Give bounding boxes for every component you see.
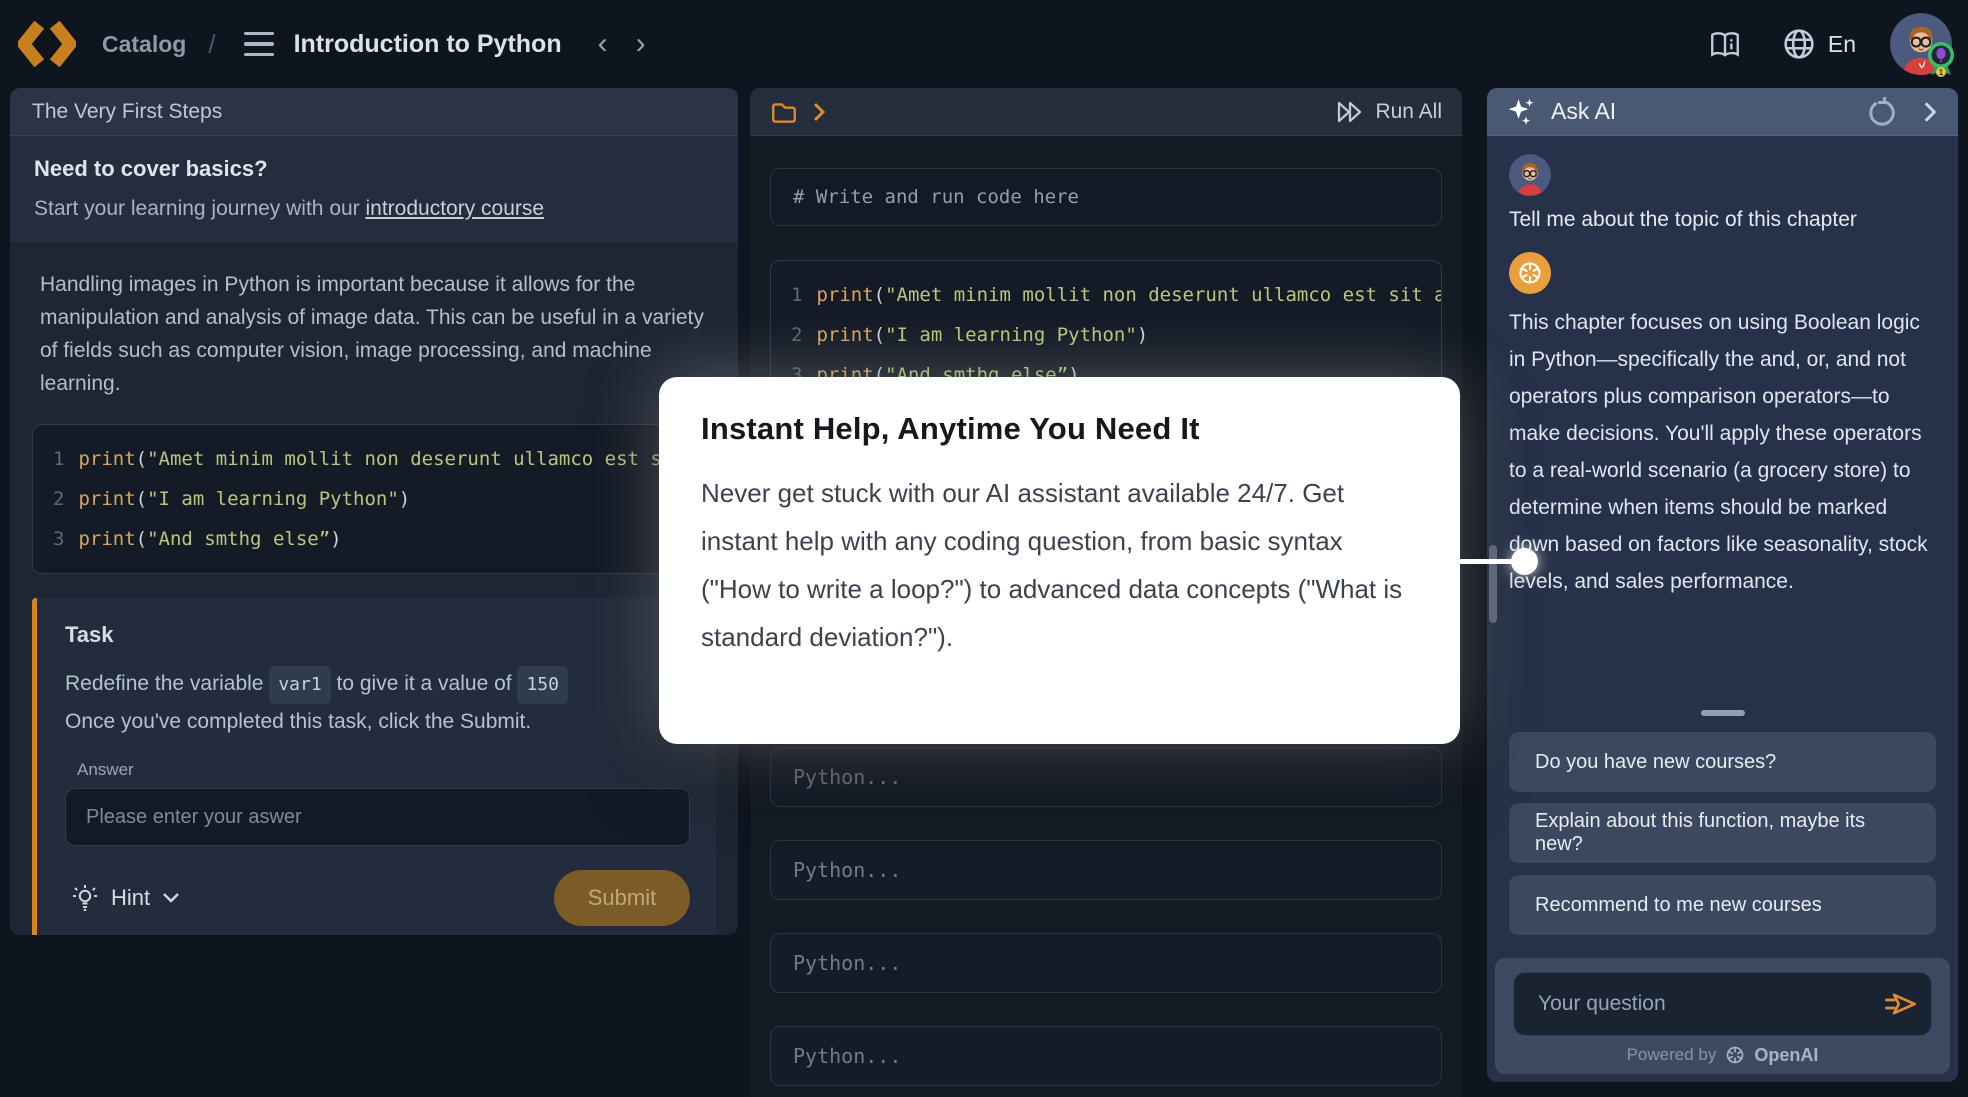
app-logo-icon[interactable] xyxy=(18,18,76,70)
breadcrumb-catalog-link[interactable]: Catalog xyxy=(102,31,186,58)
python-cell-stack: Python... Python... Python... Python... xyxy=(770,747,1442,1086)
code-line: 3print("And smthg else”) xyxy=(53,519,695,559)
task-title: Task xyxy=(65,622,690,648)
user-chat-avatar xyxy=(1509,154,1551,196)
breadcrumb-separator: / xyxy=(208,29,215,60)
run-all-icon xyxy=(1335,99,1365,125)
refresh-icon[interactable] xyxy=(1866,97,1896,127)
suggestions-drag-handle[interactable] xyxy=(1701,710,1745,716)
openai-logo-icon xyxy=(1516,259,1544,287)
folder-icon[interactable] xyxy=(770,99,798,125)
run-all-button[interactable]: Run All xyxy=(1335,99,1442,125)
basics-text: Start your learning journey with our xyxy=(34,197,366,220)
ask-ai-panel: Ask AI xyxy=(1487,88,1958,1082)
prev-chapter-button[interactable]: ‹ xyxy=(598,29,608,59)
user-chat-message: Tell me about the topic of this chapter xyxy=(1509,208,1936,232)
code-line: 1print("Amet minim mollit non deserunt u… xyxy=(791,275,1421,315)
lesson-code-block[interactable]: 1print("Amet minim mollit non deserunt u… xyxy=(32,424,716,574)
question-input[interactable] xyxy=(1513,972,1932,1036)
user-avatar[interactable]: 1 xyxy=(1890,13,1952,75)
app-root: Catalog / Introduction to Python ‹ › xyxy=(0,0,1968,1097)
next-chapter-button[interactable]: › xyxy=(636,29,646,59)
lesson-panel-header: The Very First Steps xyxy=(10,88,738,136)
docs-book-icon[interactable] xyxy=(1708,29,1742,59)
python-cell-input[interactable]: Python... xyxy=(770,1026,1442,1086)
lesson-paragraph: Handling images in Python is important b… xyxy=(32,268,716,400)
lesson-body: Handling images in Python is important b… xyxy=(10,244,738,935)
sparkles-icon xyxy=(1507,97,1537,127)
suggestion-chip[interactable]: Do you have new courses? xyxy=(1509,732,1936,792)
code-line: 1print("Amet minim mollit non deserunt u… xyxy=(53,439,695,479)
onboarding-tooltip: Instant Help, Anytime You Need It Never … xyxy=(659,377,1460,744)
suggestion-chip[interactable]: Explain about this function, maybe its n… xyxy=(1509,803,1936,863)
collapse-chevron-icon[interactable] xyxy=(1922,100,1938,124)
ai-chat-response: This chapter focuses on using Boolean lo… xyxy=(1509,304,1936,600)
openai-brand-label: OpenAI xyxy=(1754,1045,1818,1066)
topbar-right-cluster: En xyxy=(1708,13,1968,75)
basics-title: Need to cover basics? xyxy=(34,156,714,182)
achievement-badge-icon: 1 xyxy=(1924,41,1958,79)
lightbulb-icon xyxy=(71,883,99,913)
chevron-down-icon xyxy=(162,892,180,904)
scratch-code-input[interactable]: # Write and run code here xyxy=(770,168,1442,226)
chapter-menu-icon[interactable] xyxy=(244,32,274,56)
answer-label: Answer xyxy=(77,760,690,780)
python-cell-input[interactable]: Python... xyxy=(770,840,1442,900)
introductory-course-link[interactable]: introductory course xyxy=(366,197,545,220)
top-navigation-bar: Catalog / Introduction to Python ‹ › xyxy=(0,0,1968,88)
hint-toggle[interactable]: Hint xyxy=(71,883,180,913)
suggestion-chip[interactable]: Recommend to me new courses xyxy=(1509,875,1936,935)
inline-code-150: 150 xyxy=(517,666,568,704)
ask-ai-footer: Powered by OpenAI xyxy=(1495,958,1950,1074)
openai-footer-icon xyxy=(1724,1044,1746,1066)
task-footer: Hint Submit xyxy=(65,870,690,926)
answer-input[interactable] xyxy=(65,788,690,846)
tooltip-connector-dot xyxy=(1511,548,1538,575)
run-all-label: Run All xyxy=(1375,100,1442,124)
tooltip-title: Instant Help, Anytime You Need It xyxy=(701,411,1418,447)
language-label[interactable]: En xyxy=(1828,31,1856,58)
globe-language-icon[interactable] xyxy=(1782,27,1816,61)
python-cell-input[interactable]: Python... xyxy=(770,933,1442,993)
openai-chat-avatar xyxy=(1509,252,1551,294)
python-cell-input[interactable]: Python... xyxy=(770,747,1442,807)
inline-code-var1: var1 xyxy=(269,666,330,704)
code-line: 2print("I am learning Python") xyxy=(791,315,1421,355)
task-card: Task Redefine the variable var1 to give … xyxy=(32,598,716,935)
code-line: 2print("I am learning Python") xyxy=(53,479,695,519)
editor-panel-header: Run All xyxy=(750,88,1462,136)
lesson-panel: The Very First Steps Need to cover basic… xyxy=(10,88,738,935)
ai-panel-scrollbar-thumb[interactable] xyxy=(1489,545,1497,623)
powered-by-row: Powered by OpenAI xyxy=(1513,1044,1932,1066)
lesson-title: The Very First Steps xyxy=(32,100,222,124)
ask-ai-title: Ask AI xyxy=(1551,98,1616,125)
expand-chevron-icon[interactable] xyxy=(812,101,826,123)
hint-label: Hint xyxy=(111,885,150,911)
chat-thread: Tell me about the topic of this chapter … xyxy=(1487,136,1958,600)
powered-by-label: Powered by xyxy=(1627,1045,1717,1065)
submit-button[interactable]: Submit xyxy=(554,870,690,926)
page-title: Introduction to Python xyxy=(294,30,562,59)
send-button[interactable] xyxy=(1884,987,1918,1021)
send-icon xyxy=(1884,987,1918,1021)
tooltip-body: Never get stuck with our AI assistant av… xyxy=(701,469,1418,661)
task-description: Redefine the variable var1 to give it a … xyxy=(65,666,690,740)
svg-text:1: 1 xyxy=(1939,68,1944,77)
ask-ai-header: Ask AI xyxy=(1487,88,1958,136)
basics-callout: Need to cover basics? Start your learnin… xyxy=(10,136,738,244)
